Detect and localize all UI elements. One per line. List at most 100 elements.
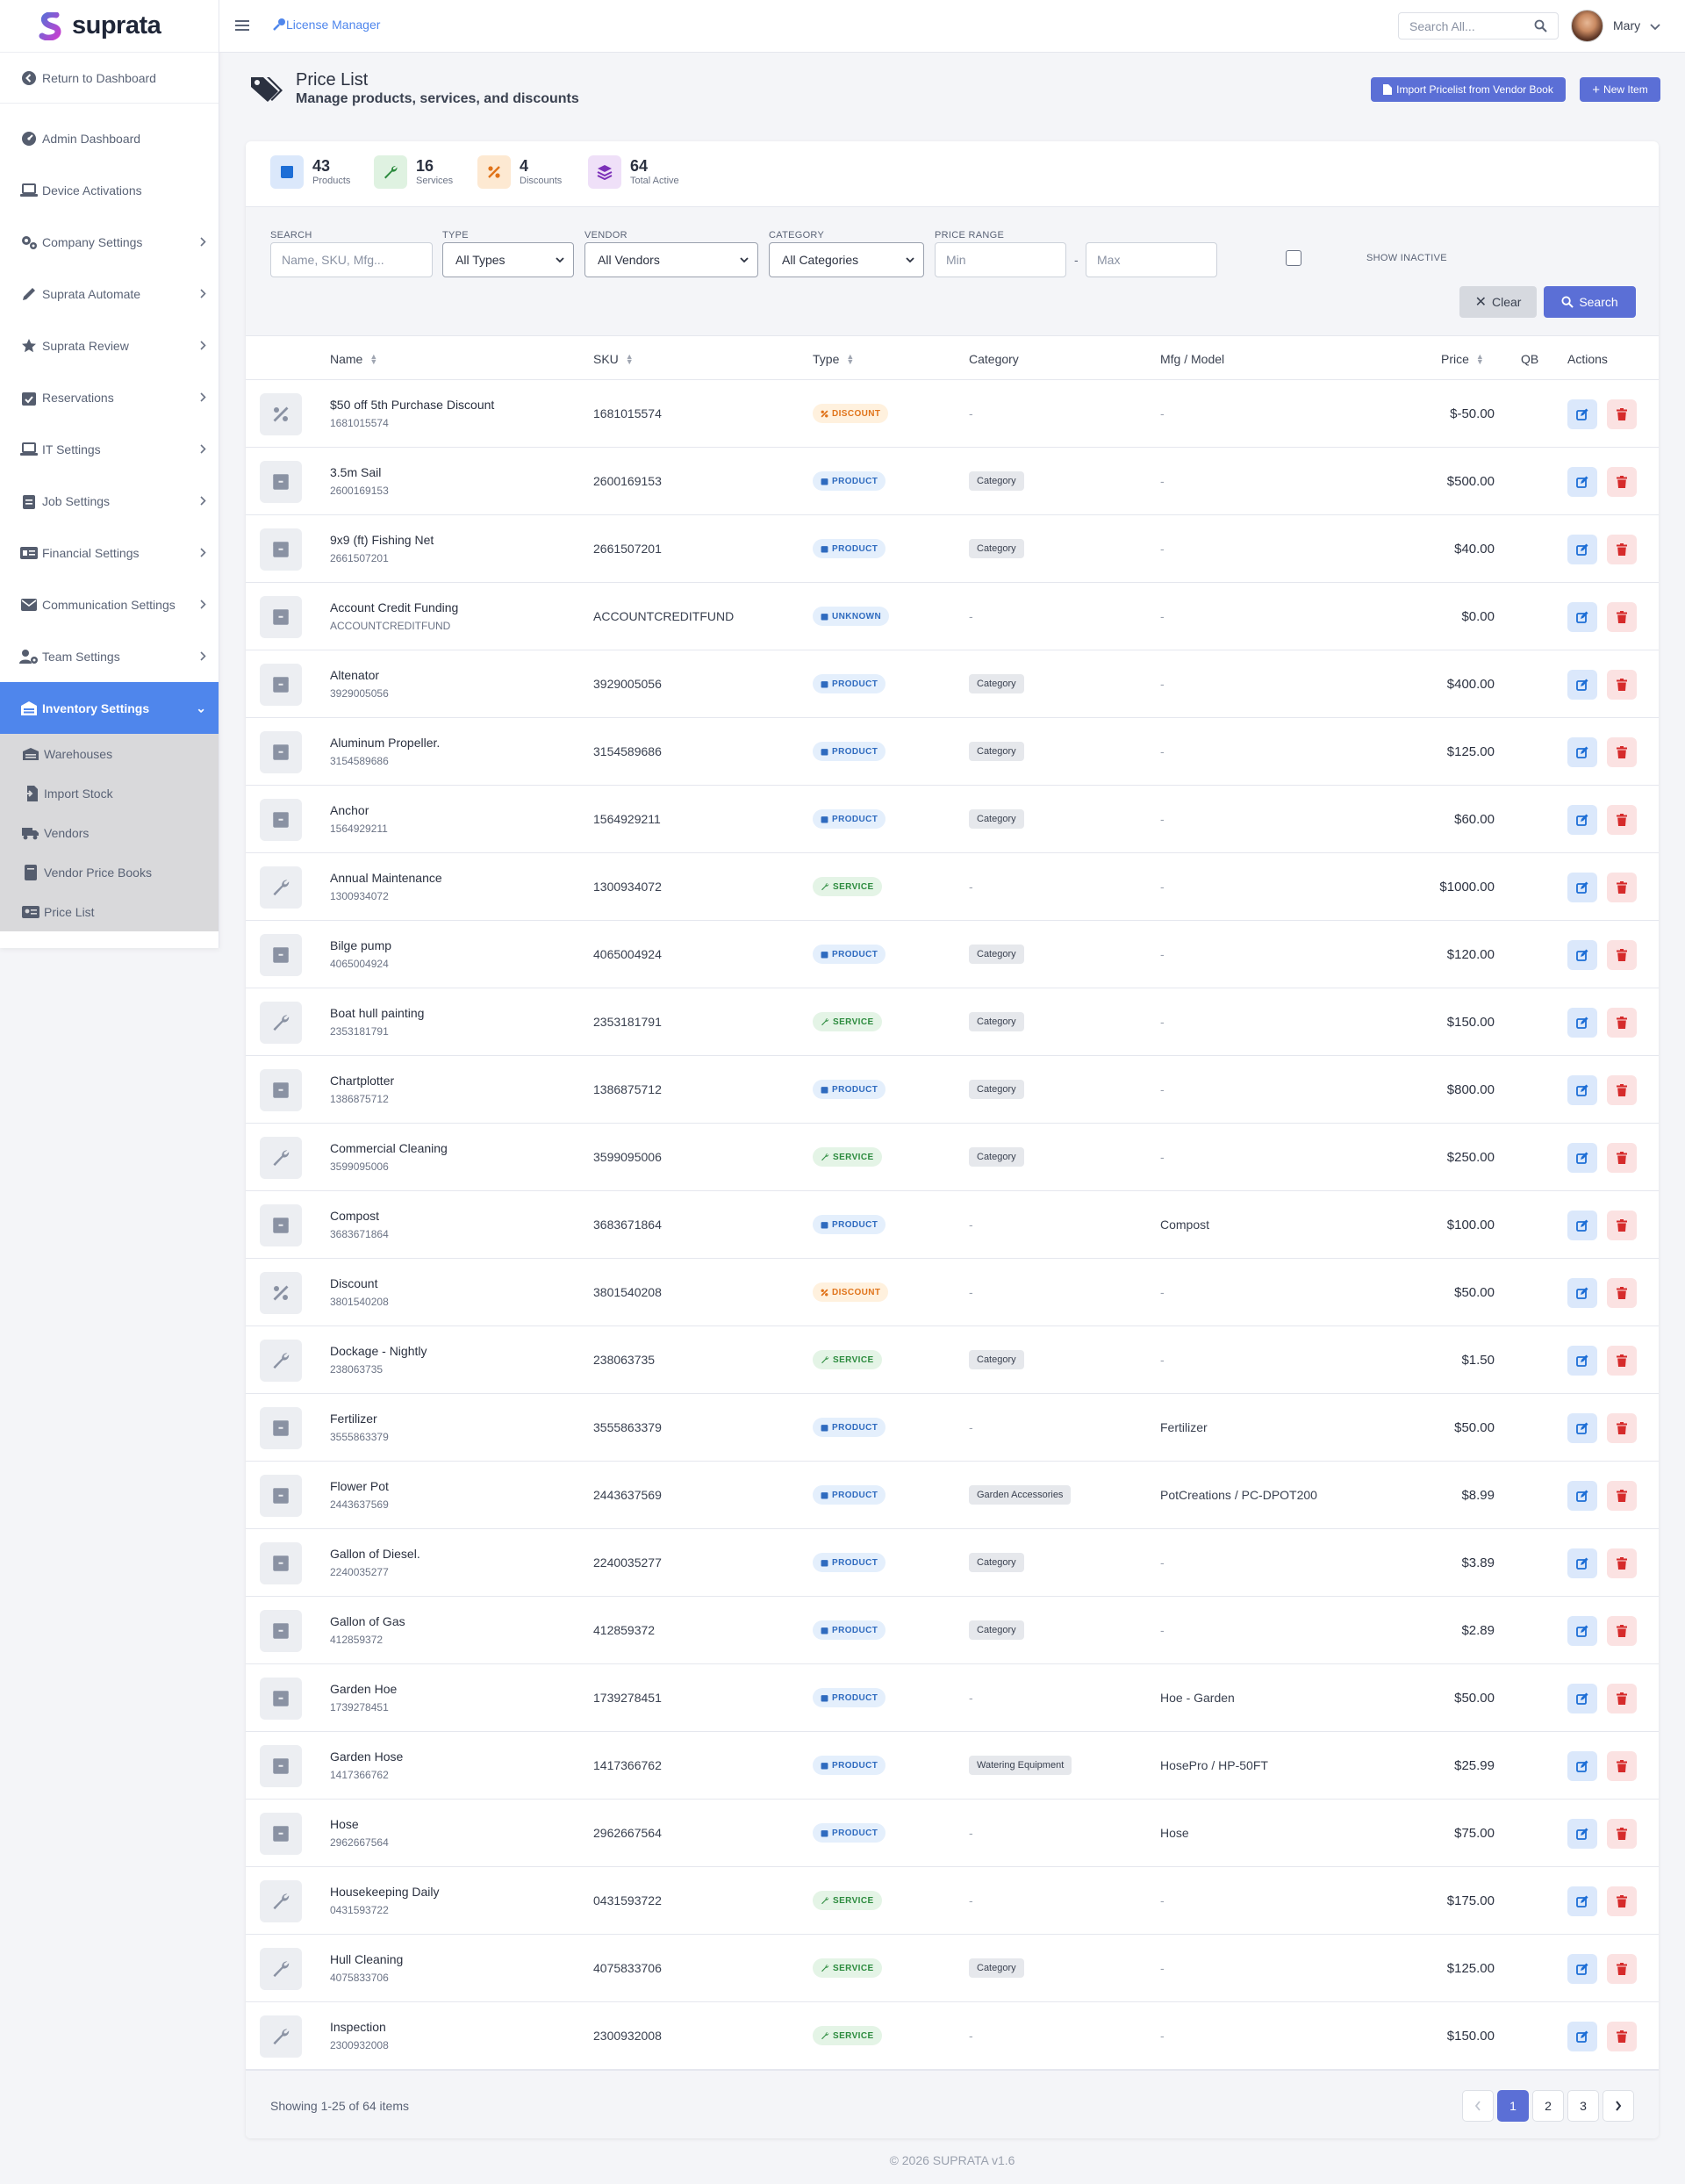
edit-button[interactable] bbox=[1567, 1278, 1597, 1308]
sort-icon[interactable]: ▲ ▼ bbox=[626, 353, 634, 366]
sidebar-item-it-settings[interactable]: IT Settings bbox=[0, 423, 219, 475]
hamburger-menu-icon[interactable] bbox=[235, 19, 249, 34]
item-name[interactable]: Commercial Cleaning bbox=[330, 1141, 448, 1155]
delete-button[interactable] bbox=[1607, 1886, 1637, 1916]
sidebar-item-financial-settings[interactable]: Financial Settings bbox=[0, 527, 219, 578]
submenu-item-vendors[interactable]: Vendors bbox=[0, 813, 219, 852]
table-row[interactable]: Flower Pot 2443637569 2443637569 PRODUCT… bbox=[246, 1462, 1659, 1529]
table-row[interactable]: Gallon of Gas 412859372 412859372 PRODUC… bbox=[246, 1597, 1659, 1664]
table-row[interactable]: Discount 3801540208 3801540208 DISCOUNT … bbox=[246, 1259, 1659, 1326]
item-name[interactable]: Garden Hose bbox=[330, 1749, 403, 1764]
edit-button[interactable] bbox=[1567, 1143, 1597, 1173]
table-row[interactable]: Gallon of Diesel. 2240035277 2240035277 … bbox=[246, 1529, 1659, 1597]
delete-button[interactable] bbox=[1607, 1278, 1637, 1308]
edit-button[interactable] bbox=[1567, 399, 1597, 429]
edit-button[interactable] bbox=[1567, 737, 1597, 767]
table-row[interactable]: Aluminum Propeller. 3154589686 315458968… bbox=[246, 718, 1659, 786]
brand-logo[interactable]: suprata bbox=[0, 0, 219, 53]
col-type[interactable]: Type ▲ ▼ bbox=[813, 352, 854, 366]
sidebar-item-communication-settings[interactable]: Communication Settings bbox=[0, 578, 219, 630]
sort-icon[interactable]: ▲ ▼ bbox=[369, 353, 377, 366]
table-row[interactable]: Bilge pump 4065004924 4065004924 PRODUCT… bbox=[246, 921, 1659, 988]
edit-button[interactable] bbox=[1567, 1954, 1597, 1984]
item-name[interactable]: Housekeeping Daily bbox=[330, 1885, 440, 1899]
edit-button[interactable] bbox=[1567, 1819, 1597, 1849]
edit-button[interactable] bbox=[1567, 1616, 1597, 1646]
delete-button[interactable] bbox=[1607, 1143, 1637, 1173]
item-name[interactable]: Annual Maintenance bbox=[330, 871, 442, 885]
edit-button[interactable] bbox=[1567, 1413, 1597, 1443]
sidebar-item-suprata-automate[interactable]: Suprata Automate bbox=[0, 268, 219, 320]
page-button-2[interactable]: 2 bbox=[1532, 2090, 1564, 2122]
clear-button[interactable]: ✕ Clear bbox=[1459, 286, 1537, 318]
table-row[interactable]: Altenator 3929005056 3929005056 PRODUCT … bbox=[246, 650, 1659, 718]
edit-button[interactable] bbox=[1567, 670, 1597, 700]
price-min-input[interactable]: Min bbox=[935, 242, 1066, 277]
item-name[interactable]: 9x9 (ft) Fishing Net bbox=[330, 533, 434, 547]
search-button[interactable]: Search bbox=[1544, 286, 1636, 318]
sidebar-item-device-activations[interactable]: Device Activations bbox=[0, 164, 219, 216]
delete-button[interactable] bbox=[1607, 1481, 1637, 1511]
return-to-dashboard[interactable]: Return to Dashboard bbox=[0, 53, 219, 104]
item-name[interactable]: Garden Hoe bbox=[330, 1682, 397, 1696]
edit-button[interactable] bbox=[1567, 1751, 1597, 1781]
table-row[interactable]: Commercial Cleaning 3599095006 359909500… bbox=[246, 1124, 1659, 1191]
delete-button[interactable] bbox=[1607, 1346, 1637, 1376]
edit-button[interactable] bbox=[1567, 940, 1597, 970]
item-name[interactable]: Account Credit Funding bbox=[330, 600, 458, 614]
next-page-button[interactable] bbox=[1603, 2090, 1634, 2122]
prev-page-button[interactable] bbox=[1462, 2090, 1494, 2122]
delete-button[interactable] bbox=[1607, 1413, 1637, 1443]
table-row[interactable]: 3.5m Sail 2600169153 2600169153 PRODUCT … bbox=[246, 448, 1659, 515]
item-name[interactable]: Altenator bbox=[330, 668, 379, 682]
item-name[interactable]: Gallon of Gas bbox=[330, 1614, 405, 1628]
submenu-item-price-list[interactable]: Price List bbox=[0, 892, 219, 931]
edit-button[interactable] bbox=[1567, 1211, 1597, 1240]
edit-button[interactable] bbox=[1567, 535, 1597, 564]
item-name[interactable]: Flower Pot bbox=[330, 1479, 389, 1493]
item-name[interactable]: Anchor bbox=[330, 803, 369, 817]
table-row[interactable]: Anchor 1564929211 1564929211 PRODUCT Cat… bbox=[246, 786, 1659, 853]
sidebar-item-team-settings[interactable]: Team Settings bbox=[0, 630, 219, 682]
sidebar-item-suprata-review[interactable]: Suprata Review bbox=[0, 320, 219, 371]
table-row[interactable]: Account Credit Funding ACCOUNTCREDITFUND… bbox=[246, 583, 1659, 650]
delete-button[interactable] bbox=[1607, 670, 1637, 700]
table-row[interactable]: Chartplotter 1386875712 1386875712 PRODU… bbox=[246, 1056, 1659, 1124]
delete-button[interactable] bbox=[1607, 1751, 1637, 1781]
delete-button[interactable] bbox=[1607, 1616, 1637, 1646]
new-item-button[interactable]: + New Item bbox=[1580, 77, 1660, 102]
item-name[interactable]: Hose bbox=[330, 1817, 359, 1831]
edit-button[interactable] bbox=[1567, 1684, 1597, 1713]
delete-button[interactable] bbox=[1607, 1684, 1637, 1713]
item-name[interactable]: Compost bbox=[330, 1209, 379, 1223]
delete-button[interactable] bbox=[1607, 1548, 1637, 1578]
item-name[interactable]: $50 off 5th Purchase Discount bbox=[330, 398, 494, 412]
edit-button[interactable] bbox=[1567, 602, 1597, 632]
table-row[interactable]: Boat hull painting 2353181791 2353181791… bbox=[246, 988, 1659, 1056]
item-name[interactable]: Aluminum Propeller. bbox=[330, 736, 440, 750]
item-name[interactable]: Boat hull painting bbox=[330, 1006, 424, 1020]
edit-button[interactable] bbox=[1567, 1548, 1597, 1578]
avatar[interactable] bbox=[1571, 10, 1603, 42]
delete-button[interactable] bbox=[1607, 2022, 1637, 2051]
delete-button[interactable] bbox=[1607, 602, 1637, 632]
table-row[interactable]: Hull Cleaning 4075833706 4075833706 SERV… bbox=[246, 1935, 1659, 2002]
table-row[interactable]: Dockage - Nightly 238063735 238063735 SE… bbox=[246, 1326, 1659, 1394]
delete-button[interactable] bbox=[1607, 1008, 1637, 1038]
show-inactive-checkbox[interactable] bbox=[1286, 250, 1301, 266]
category-select[interactable]: All Categories bbox=[769, 242, 924, 277]
delete-button[interactable] bbox=[1607, 1075, 1637, 1105]
delete-button[interactable] bbox=[1607, 873, 1637, 902]
license-manager-link[interactable]: License Manager bbox=[272, 18, 380, 32]
search-input[interactable]: Name, SKU, Mfg... bbox=[270, 242, 433, 277]
table-row[interactable]: Hose 2962667564 2962667564 PRODUCT - Hos… bbox=[246, 1800, 1659, 1867]
sidebar-item-company-settings[interactable]: Company Settings bbox=[0, 216, 219, 268]
sort-icon[interactable]: ▲ ▼ bbox=[846, 353, 854, 366]
edit-button[interactable] bbox=[1567, 805, 1597, 835]
table-row[interactable]: Garden Hoe 1739278451 1739278451 PRODUCT… bbox=[246, 1664, 1659, 1732]
edit-button[interactable] bbox=[1567, 1008, 1597, 1038]
submenu-item-import-stock[interactable]: Import Stock bbox=[0, 773, 219, 813]
delete-button[interactable] bbox=[1607, 1819, 1637, 1849]
edit-button[interactable] bbox=[1567, 2022, 1597, 2051]
col-price[interactable]: Price ▲ ▼ bbox=[1441, 352, 1484, 366]
